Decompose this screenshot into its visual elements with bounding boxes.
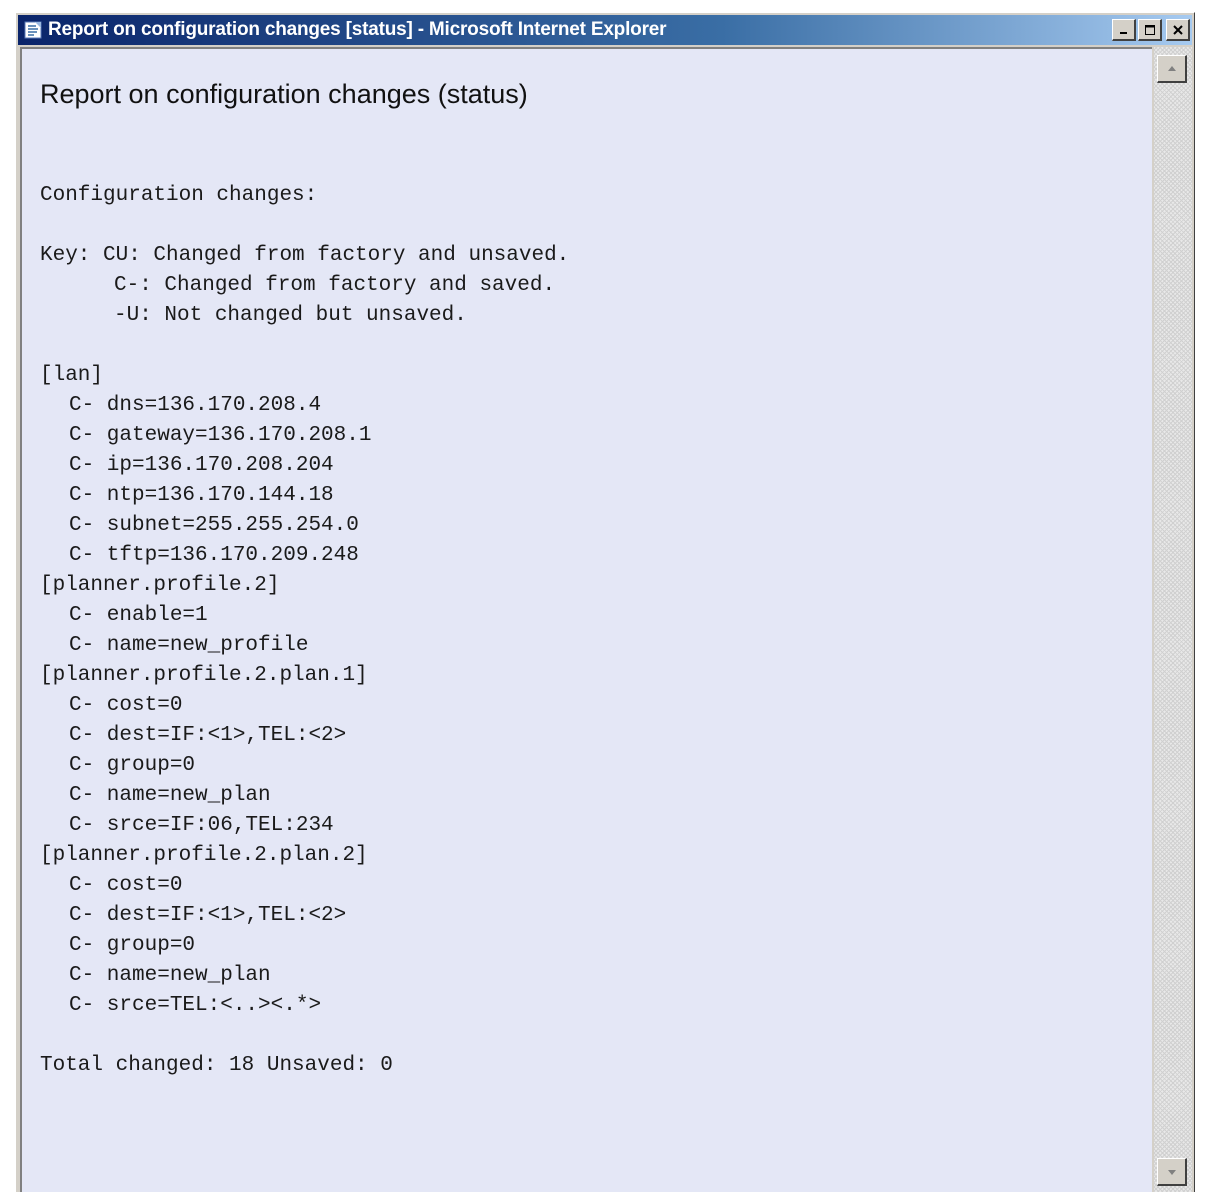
internet-explorer-icon (24, 21, 42, 39)
vertical-scrollbar[interactable] (1154, 47, 1192, 1192)
section-header: [planner.profile.2.plan.2] (40, 844, 368, 867)
section-header: [planner.profile.2] (40, 574, 280, 597)
report-total: Total changed: 18 Unsaved: 0 (40, 1054, 393, 1077)
config-entry: C- subnet=255.255.254.0 (69, 514, 359, 537)
key-line: C-: Changed from factory and saved. (114, 274, 556, 297)
config-entry: C- cost=0 (69, 874, 183, 897)
config-entry: C- srce=TEL:<..><.*> (69, 994, 322, 1017)
config-entry: C- group=0 (69, 934, 196, 957)
config-entry: C- srce=IF:06,TEL:234 (69, 814, 334, 837)
close-button[interactable] (1166, 19, 1190, 41)
config-entry: C- name=new_profile (69, 634, 309, 657)
config-entry: C- ip=136.170.208.204 (69, 454, 334, 477)
title-bar[interactable]: Report on configuration changes [status]… (18, 15, 1192, 45)
window-client-area: Report on configuration changes (status)… (18, 47, 1192, 1192)
arrow-down-icon (1167, 1169, 1176, 1175)
page-content: Report on configuration changes (status)… (20, 47, 1152, 1192)
section-header: [lan] (40, 364, 104, 387)
close-icon (1172, 24, 1183, 35)
window-controls (1112, 19, 1190, 41)
config-entry: C- dest=IF:<1>,TEL:<2> (69, 904, 347, 927)
browser-window: Report on configuration changes [status]… (15, 12, 1195, 1192)
section-header: [planner.profile.2.plan.1] (40, 664, 368, 687)
minimize-icon (1119, 31, 1127, 34)
scroll-up-button[interactable] (1157, 55, 1187, 83)
config-entry: C- cost=0 (69, 694, 183, 717)
report-intro: Configuration changes: (40, 184, 318, 207)
window-title: Report on configuration changes [status]… (48, 19, 667, 40)
config-entry: C- dest=IF:<1>,TEL:<2> (69, 724, 347, 747)
key-line: Key: CU: Changed from factory and unsave… (40, 244, 570, 267)
config-entry: C- dns=136.170.208.4 (69, 394, 322, 417)
scroll-down-button[interactable] (1157, 1158, 1187, 1186)
config-entry: C- gateway=136.170.208.1 (69, 424, 372, 447)
arrow-up-icon (1167, 65, 1176, 71)
maximize-button[interactable] (1138, 19, 1162, 41)
minimize-button[interactable] (1112, 19, 1136, 41)
config-entry: C- name=new_plan (69, 964, 271, 987)
config-entry: C- group=0 (69, 754, 196, 777)
config-entry: C- tftp=136.170.209.248 (69, 544, 359, 567)
config-entry: C- ntp=136.170.144.18 (69, 484, 334, 507)
report-text: Configuration changes: Key: CU: Changed … (40, 181, 569, 1081)
page-title: Report on configuration changes (status) (40, 79, 528, 109)
config-entry: C- name=new_plan (69, 784, 271, 807)
maximize-icon (1144, 24, 1155, 35)
config-entry: C- enable=1 (69, 604, 208, 627)
key-line: -U: Not changed but unsaved. (114, 304, 467, 327)
